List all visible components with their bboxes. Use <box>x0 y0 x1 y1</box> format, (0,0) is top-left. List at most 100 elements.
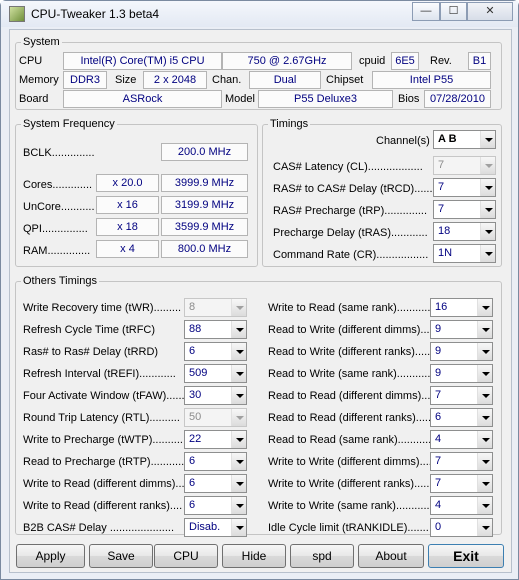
timing-value: 88 <box>189 323 202 335</box>
cpu-model-field: 750 @ 2.67GHz <box>222 52 352 70</box>
left-timing-label: Refresh Interval (tREFI)............ <box>23 368 176 380</box>
channels-label: Channel(s) <box>376 135 430 147</box>
right-timing-select[interactable]: 4 <box>430 430 493 449</box>
right-timing-select[interactable]: 7 <box>430 386 493 405</box>
left-timing-select: 8 <box>184 298 247 317</box>
right-timing-select[interactable]: 6 <box>430 408 493 427</box>
right-timing-select[interactable]: 16 <box>430 298 493 317</box>
tras-value: 18 <box>438 225 451 237</box>
left-timing-select[interactable]: 30 <box>184 386 247 405</box>
memory-label: Memory <box>19 74 59 86</box>
maximize-button[interactable]: ☐ <box>440 2 467 21</box>
uncore-label: UnCore........... <box>23 201 95 213</box>
chevron-down-icon <box>477 299 492 316</box>
cpuid-label: cpuid <box>359 55 386 67</box>
chevron-down-icon <box>231 365 246 382</box>
cpu-button[interactable]: CPU <box>154 544 218 568</box>
trcd-select[interactable]: 7 <box>433 178 496 197</box>
chevron-down-icon <box>231 475 246 492</box>
chevron-down-icon <box>477 519 492 536</box>
cores-multiplier: x 20.0 <box>96 174 159 192</box>
bios-field: 07/28/2010 <box>424 90 491 108</box>
about-button[interactable]: About <box>358 544 424 568</box>
left-timing-select[interactable]: 509 <box>184 364 247 383</box>
left-timing-label: Ras# to Ras# Delay (tRRD) <box>23 346 159 358</box>
left-timing-select[interactable]: 6 <box>184 474 247 493</box>
timing-value: 7 <box>435 477 442 489</box>
app-icon <box>9 6 25 22</box>
left-timing-label: Write Recovery time (tWR)......... <box>23 302 182 314</box>
cas-latency-value: 7 <box>438 159 445 171</box>
left-timing-label: Read to Precharge (tRTP)........... <box>23 456 185 468</box>
command-rate-select[interactable]: 1N <box>433 244 496 263</box>
chevron-down-icon <box>480 131 495 148</box>
others-timings-group: Others Timings Write Recovery time (tWR)… <box>15 274 502 537</box>
close-button[interactable]: ✕ <box>467 2 513 21</box>
spd-button[interactable]: spd <box>290 544 354 568</box>
trp-select[interactable]: 7 <box>433 200 496 219</box>
board-field: ASRock <box>63 90 222 108</box>
bclk-field: 200.0 MHz <box>161 143 248 161</box>
timing-value: 16 <box>435 301 448 313</box>
left-timing-select: 50 <box>184 408 247 427</box>
cores-label: Cores............. <box>23 179 93 191</box>
left-timing-select[interactable]: 6 <box>184 452 247 471</box>
timing-value: 50 <box>189 411 202 423</box>
left-timing-select[interactable]: 6 <box>184 496 247 515</box>
minimize-button[interactable]: — <box>412 2 440 21</box>
rev-field: B1 <box>468 52 491 70</box>
apply-button[interactable]: Apply <box>16 544 85 568</box>
left-timing-select[interactable]: 6 <box>184 342 247 361</box>
right-timing-select[interactable]: 0 <box>430 518 493 537</box>
timing-value: 0 <box>435 521 442 533</box>
bios-label: Bios <box>398 93 420 105</box>
chevron-down-icon <box>231 431 246 448</box>
left-timing-select[interactable]: 88 <box>184 320 247 339</box>
save-button[interactable]: Save <box>89 544 153 568</box>
app-window: CPU-Tweaker 1.3 beta4 — ☐ ✕ System CPU I… <box>0 0 519 580</box>
timings-title: Timings <box>268 117 311 131</box>
right-timing-label: Read to Read (different dimms)..... <box>268 390 437 402</box>
right-timing-label: Read to Read (different ranks)...... <box>268 412 435 424</box>
right-timing-select[interactable]: 7 <box>430 452 493 471</box>
trp-value: 7 <box>438 203 445 215</box>
chevron-down-icon <box>480 223 495 240</box>
window-title: CPU-Tweaker 1.3 beta4 <box>31 7 160 21</box>
command-rate-label: Command Rate (CR)................. <box>273 249 429 261</box>
chevron-down-icon <box>477 343 492 360</box>
tras-select[interactable]: 18 <box>433 222 496 241</box>
bclk-label: BCLK.............. <box>23 147 95 159</box>
chevron-down-icon <box>480 157 495 174</box>
uncore-frequency: 3199.9 MHz <box>161 196 248 214</box>
timing-value: 7 <box>435 389 442 401</box>
channels-select[interactable]: A B <box>433 130 496 149</box>
left-timing-select[interactable]: Disab. <box>184 518 247 537</box>
chevron-down-icon <box>477 475 492 492</box>
right-timing-select[interactable]: 9 <box>430 364 493 383</box>
right-timing-select[interactable]: 9 <box>430 320 493 339</box>
hide-button[interactable]: Hide <box>222 544 286 568</box>
left-timing-select[interactable]: 22 <box>184 430 247 449</box>
chan-field: Dual <box>249 71 321 89</box>
command-rate-value: 1N <box>438 247 453 259</box>
right-timing-select[interactable]: 4 <box>430 496 493 515</box>
uncore-multiplier: x 16 <box>96 196 159 214</box>
exit-button[interactable]: Exit <box>428 544 504 568</box>
chevron-down-icon <box>477 497 492 514</box>
chevron-down-icon <box>477 387 492 404</box>
chevron-down-icon <box>477 409 492 426</box>
title-bar[interactable]: CPU-Tweaker 1.3 beta4 — ☐ ✕ <box>1 1 518 27</box>
cpuid-field: 6E5 <box>391 52 419 70</box>
chevron-down-icon <box>480 201 495 218</box>
right-timing-select[interactable]: 9 <box>430 342 493 361</box>
timing-value: 4 <box>435 433 442 445</box>
memory-field: DDR3 <box>63 71 107 89</box>
cpu-name-field: Intel(R) Core(TM) i5 CPU <box>63 52 222 70</box>
left-timing-label: Four Activate Window (tFAW)...... <box>23 390 185 402</box>
chevron-down-icon <box>231 519 246 536</box>
board-label: Board <box>19 93 49 105</box>
chevron-down-icon <box>231 453 246 470</box>
ram-label: RAM.............. <box>23 245 91 257</box>
right-timing-select[interactable]: 7 <box>430 474 493 493</box>
qpi-label: QPI............... <box>23 223 88 235</box>
